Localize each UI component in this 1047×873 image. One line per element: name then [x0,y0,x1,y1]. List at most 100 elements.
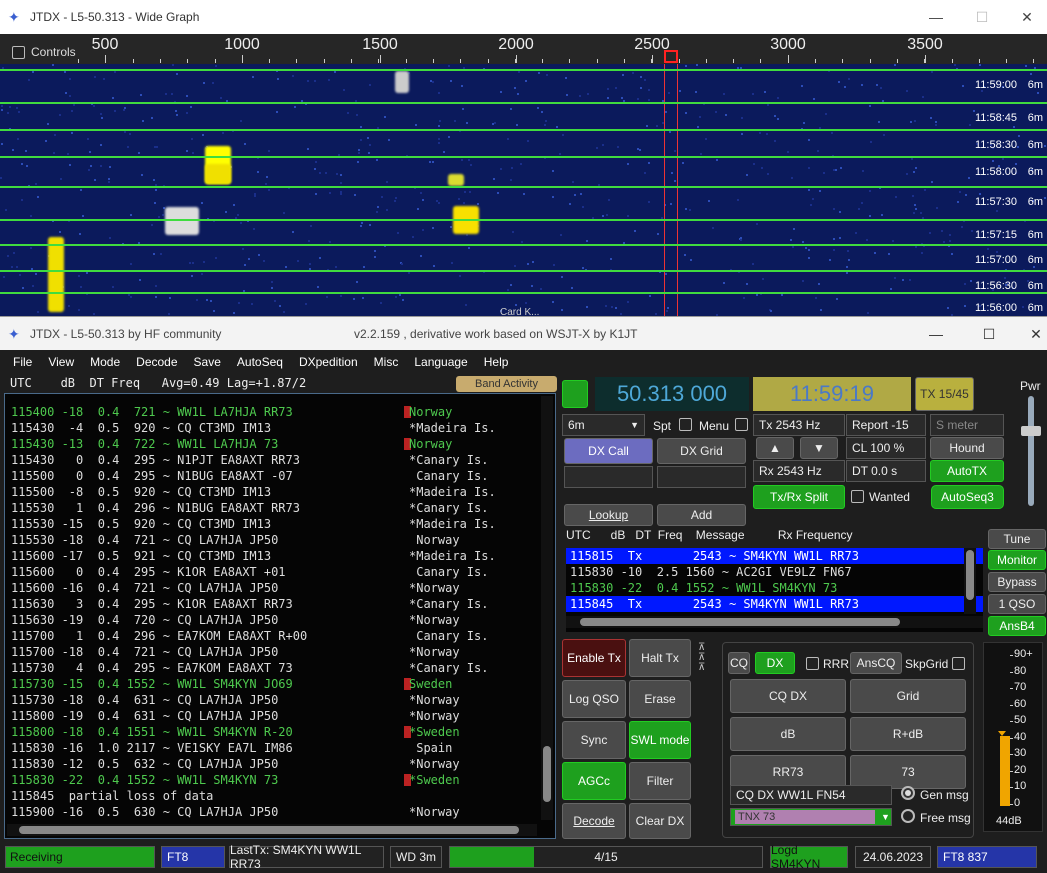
add-button[interactable]: Add [657,504,746,526]
list-item[interactable]: 115800 -18 0.4 1551 ~ WW1L SM4KYN R-20 *S… [5,724,555,740]
free-msg-radio[interactable] [901,809,915,823]
menu-dxpedition[interactable]: DXpedition [299,355,358,369]
list-item[interactable]: 115530 1 0.4 296 ~ N1BUG EA8AXT RR73 *Can… [5,500,555,516]
report-field[interactable]: Report -15 [846,414,926,436]
tune-button[interactable]: Tune [988,529,1046,549]
vertical-scrollbar[interactable] [541,396,553,820]
msg-grid-button[interactable]: Grid [850,679,966,713]
sync-button[interactable]: Sync [562,721,626,759]
msg-r-db-button[interactable]: R+dB [850,717,966,751]
controls-checkbox[interactable] [12,45,25,59]
list-item[interactable] [5,394,555,404]
dx-button[interactable]: DX [755,652,795,674]
dx-grid-button[interactable]: DX Grid [657,438,746,464]
erase-button[interactable]: Erase [629,680,691,718]
rx-frequency-field[interactable]: Rx 2543 Hz [753,460,845,482]
agcc-button[interactable]: AGCc [562,762,626,800]
list-item[interactable]: 115600 -16 0.4 721 ~ CQ LA7HJA JP50 *Norw… [5,580,555,596]
halt-tx-button[interactable]: Halt Tx [629,639,691,677]
rx-list-item[interactable]: 115830 -22 0.4 1552 ~ WW1L SM4KYN 73 [566,580,983,596]
list-item[interactable]: 115600 0 0.4 295 ~ K1OR EA8AXT +01 Canar… [5,564,555,580]
spot-checkbox[interactable] [679,418,692,431]
tx-frequency-field[interactable]: Tx 2543 Hz [753,414,845,436]
list-item[interactable]: 115630 3 0.4 295 ~ K1OR EA8AXT RR73 *Cana… [5,596,555,612]
msg-db-button[interactable]: dB [730,717,846,751]
list-item[interactable]: 115700 -18 0.4 721 ~ CQ LA7HJA JP50 *Norw… [5,644,555,660]
bypass-button[interactable]: Bypass [988,572,1046,592]
wanted-checkbox[interactable] [851,490,864,503]
list-item[interactable]: 115430 0 0.4 295 ~ N1PJT EA8AXT RR73 *Can… [5,452,555,468]
lookup-button[interactable]: Lookup [564,504,653,526]
maximize-icon[interactable]: ☐ [966,317,1012,351]
menu-checkbox[interactable] [735,418,748,431]
dx-grid-input[interactable] [657,466,746,488]
tx-slot-button[interactable]: TX 15/45 [915,377,974,411]
swl-mode-button[interactable]: SWL mode [629,721,691,759]
dx-call-input[interactable] [564,466,653,488]
monitor-button[interactable]: Monitor [988,550,1046,570]
tx-arrows-icon[interactable]: ⊼ ⊼ ⊼ [698,643,718,675]
cl-field[interactable]: CL 100 % [846,437,926,459]
maximize-icon[interactable]: ☐ [959,0,1005,34]
minimize-icon[interactable]: — [913,317,959,351]
decode-button[interactable]: Decode [562,803,626,839]
skpgrid-checkbox[interactable] [952,657,965,670]
list-item[interactable]: 115730 -15 0.4 1552 ~ WW1L SM4KYN JO69 Sw… [5,676,555,692]
gen-msg-radio[interactable] [901,786,915,800]
controls-toggle[interactable]: Controls [12,45,76,59]
power-slider[interactable] [1028,396,1034,506]
list-item[interactable]: 115830 -22 0.4 1552 ~ WW1L SM4KYN 73 *Swe… [5,772,555,788]
list-item[interactable]: 115430 -13 0.4 722 ~ WW1L LA7HJA 73 Norwa… [5,436,555,452]
list-item[interactable]: 115900 -16 0.5 630 ~ CQ LA7HJA JP50 *Norw… [5,804,555,820]
list-item[interactable]: 115830 -12 0.5 632 ~ CQ LA7HJA JP50 *Norw… [5,756,555,772]
menu-help[interactable]: Help [484,355,509,369]
filter-button[interactable]: Filter [629,762,691,800]
ansb4-button[interactable]: AnsB4 [988,616,1046,636]
msg-73-button[interactable]: 73 [850,755,966,789]
band-activity-button[interactable]: Band Activity [456,376,557,392]
power-slider-handle[interactable] [1021,426,1041,436]
list-item[interactable]: 115730 -18 0.4 631 ~ CQ LA7HJA JP50 *Norw… [5,692,555,708]
band-activity-list[interactable]: 115400 -18 0.4 721 ~ WW1L LA7HJA RR73 Nor… [4,393,556,839]
log-qso-button[interactable]: Log QSO [562,680,626,718]
anscq-button[interactable]: AnsCQ [850,652,902,674]
list-item[interactable]: 115700 1 0.4 296 ~ EA7KOM EA8AXT R+00 Ca… [5,628,555,644]
close-icon[interactable]: ✕ [1013,317,1047,351]
menu-language[interactable]: Language [414,355,467,369]
list-item[interactable]: 115830 -16 1.0 2117 ~ VE1SKY EA7L IM86 S… [5,740,555,756]
menu-misc[interactable]: Misc [374,355,399,369]
rrr-checkbox[interactable] [806,657,819,670]
tx-rx-split-button[interactable]: Tx/Rx Split [753,485,845,509]
dt-field[interactable]: DT 0.0 s [846,460,926,482]
rx-vertical-scrollbar[interactable] [964,548,976,614]
enable-tx-button[interactable]: Enable Tx [562,639,626,677]
menu-decode[interactable]: Decode [136,355,177,369]
rx-list-item[interactable]: 115815 Tx 2543 ~ SM4KYN WW1L RR73 [566,548,983,564]
list-item[interactable]: 115530 -18 0.4 721 ~ CQ LA7HJA JP50 Norw… [5,532,555,548]
msg-cq-dx-button[interactable]: CQ DX [730,679,846,713]
rx-list-item[interactable]: 115845 Tx 2543 ~ SM4KYN WW1L RR73 [566,596,983,612]
list-item[interactable]: 115530 -15 0.5 920 ~ CQ CT3MD IM13 *Madei… [5,516,555,532]
up-arrow-button[interactable]: ▲ [756,437,794,459]
rx-horizontal-scrollbar[interactable] [566,616,983,628]
rx-list-item[interactable]: 115830 -10 2.5 1560 ~ AC2GI VE9LZ FN67 [566,564,983,580]
list-item[interactable]: 115730 4 0.4 295 ~ EA7KOM EA8AXT 73 *Cana… [5,660,555,676]
list-item[interactable]: 115400 -18 0.4 721 ~ WW1L LA7HJA RR73 Nor… [5,404,555,420]
autotx-button[interactable]: AutoTX [930,460,1004,482]
band-select[interactable]: 6m ▼ [562,414,645,436]
tx-marker-icon[interactable] [664,50,678,63]
list-item[interactable]: 115845 partial loss of data [5,788,555,804]
list-item[interactable]: 115600 -17 0.5 921 ~ CQ CT3MD IM13 *Madei… [5,548,555,564]
minimize-icon[interactable]: — [913,0,959,34]
s-meter-field[interactable]: S meter [930,414,1004,436]
list-item[interactable]: 115800 -19 0.4 631 ~ CQ LA7HJA JP50 *Norw… [5,708,555,724]
list-item[interactable]: 115430 -4 0.5 920 ~ CQ CT3MD IM13 *Madeir… [5,420,555,436]
list-item[interactable]: 115630 -19 0.4 720 ~ CQ LA7HJA JP50 *Norw… [5,612,555,628]
dial-frequency[interactable]: 50.313 000 [595,377,749,411]
menu-view[interactable]: View [48,355,74,369]
close-icon[interactable]: ✕ [1004,0,1047,34]
hound-button[interactable]: Hound [930,437,1004,459]
generated-message-field[interactable]: CQ DX WW1L FN54 [730,785,892,805]
horizontal-scrollbar[interactable] [7,824,537,836]
menu-autoseq[interactable]: AutoSeq [237,355,283,369]
